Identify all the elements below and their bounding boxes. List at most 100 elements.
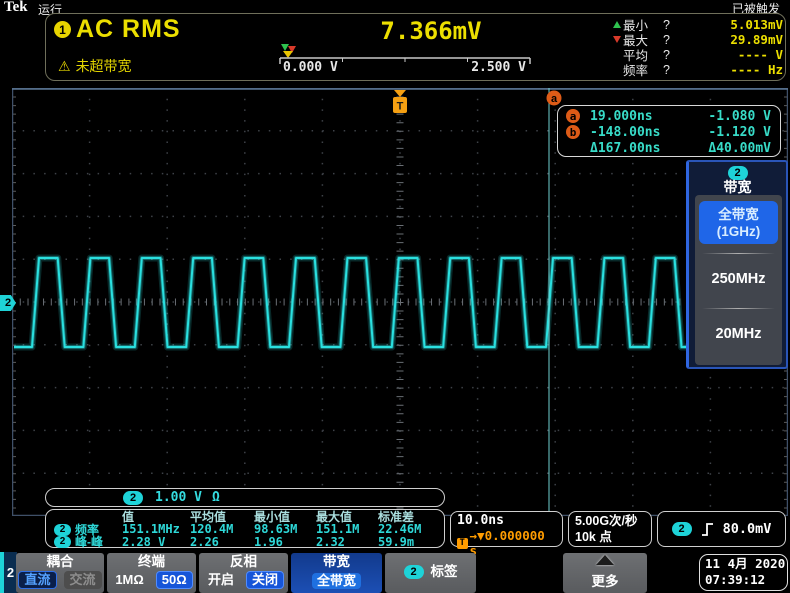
channel-impedance: Ω [212, 490, 220, 505]
table-cell: 1.96 [254, 536, 316, 548]
cursor-b-badge: b [566, 125, 580, 139]
time-per-division: 10.0ns [457, 513, 556, 528]
more-menu-button[interactable]: 更多 [563, 553, 647, 593]
menu-item-label-line2: (1GHz) [717, 223, 761, 240]
termination-1m-option[interactable]: 1MΩ [110, 572, 148, 588]
cursor-delta-time: Δ167.00ns [590, 141, 682, 156]
cursor-b-volt: -1.120 V [682, 125, 771, 140]
cursor-a-row: a 19.000ns -1.080 V [566, 108, 771, 124]
menu-separator [702, 308, 775, 309]
table-cell: 2.28 V [122, 536, 190, 548]
bandwidth-current-value: 全带宽 [312, 573, 361, 589]
stat-value: 5.013mV [677, 17, 783, 32]
warning-icon: ⚠ [58, 59, 71, 73]
oscilloscope-screen: Tek 运行 已被触发 1 AC RMS ⚠ 未超带宽 7.366mV 0.00… [0, 0, 790, 593]
rising-edge-icon [701, 522, 714, 537]
trigger-position-arrow-icon[interactable] [394, 90, 406, 97]
stat-label: 频率 [623, 60, 663, 79]
horizontal-delay: →▼0.000000 s [470, 528, 556, 558]
cursor-delta-volt: Δ40.00mV [682, 141, 771, 156]
cursor-a-top-badge-label: a [551, 93, 558, 105]
invert-on-option[interactable]: 开启 [203, 572, 239, 588]
record-length: 10k 点 [575, 529, 645, 545]
trigger-t-icon: T [457, 538, 468, 549]
cursor-delta-row: Δ167.00ns Δ40.00mV [566, 140, 771, 156]
horizontal-readout: 10.0ns T →▼0.000000 s [450, 511, 563, 547]
cursor-b-time: -148.00ns [590, 125, 682, 140]
cursor-a-volt: -1.080 V [682, 109, 771, 124]
menu-item-250mhz[interactable]: 250MHz [695, 271, 782, 287]
side-menu-items: 全带宽 (1GHz) 250MHz 20MHz [695, 195, 782, 365]
label-menu-button[interactable]: 2 标签 [385, 553, 476, 593]
coupling-dc-option[interactable]: 直流 [18, 571, 56, 589]
acquisition-readout: 5.00G次/秒 10k 点 [568, 511, 652, 547]
cursor-b-row: b -148.00ns -1.120 V [566, 124, 771, 140]
scale-max-label: 2.500 V [464, 60, 526, 75]
side-menu-title: 带宽 [724, 180, 752, 195]
stat-value: ---- V [677, 47, 783, 62]
termination-title: 终端 [138, 555, 165, 569]
bandwidth-side-menu: 2 带宽 全带宽 (1GHz) 250MHz 20MHz [686, 160, 788, 369]
bottom-menu-channel-tab: 2 [0, 552, 17, 593]
measurement-name: 频率 [75, 524, 99, 536]
channel-1-badge: 1 [54, 21, 71, 38]
more-title: 更多 [592, 575, 619, 589]
bandwidth-menu-button[interactable]: 带宽 全带宽 [291, 553, 382, 593]
coupling-ac-option[interactable]: 交流 [64, 571, 102, 589]
channel-2-badge: 2 [54, 524, 71, 536]
bandwidth-warning: ⚠ 未超带宽 [58, 56, 132, 76]
tek-logo: Tek [4, 0, 28, 16]
measurement-table: 值 平均值 最小值 最大值 标准差 2 频率 151.1MHz 120.4M 9… [45, 509, 445, 548]
side-menu-channel-badge: 2 [728, 166, 748, 180]
label-channel-badge: 2 [404, 565, 424, 579]
termination-50ohm-option[interactable]: 50Ω [156, 571, 193, 589]
cursor-a-time: 19.000ns [590, 109, 682, 124]
time-text: 07:39:12 [705, 572, 787, 588]
measurement-title: AC RMS [76, 15, 181, 44]
termination-menu-button[interactable]: 终端 1MΩ 50Ω [107, 553, 196, 593]
invert-title: 反相 [230, 555, 257, 569]
stat-qualifier: ? [663, 18, 677, 32]
table-row-label: 2 峰-峰 [54, 536, 122, 548]
sample-rate: 5.00G次/秒 [575, 513, 645, 529]
stat-row-freq: 频率 ? ---- Hz [611, 62, 783, 77]
stat-qualifier: ? [663, 63, 677, 77]
menu-separator [702, 253, 775, 254]
menu-item-20mhz[interactable]: 20MHz [695, 326, 782, 342]
channel-2-marker-label: 2 [5, 297, 11, 309]
measurement-name: 峰-峰 [75, 536, 103, 548]
min-arrow-icon [613, 21, 621, 28]
date-time-display: 11 4月 2020 07:39:12 [699, 554, 788, 591]
menu-item-label-line1: 全带宽 [718, 206, 759, 223]
table-cell: 2.32 [316, 536, 378, 548]
channel-volts-per-div: 1.00 V [155, 490, 202, 505]
more-up-arrow-icon [596, 555, 614, 565]
channel-scale-readout: 2 1.00 V Ω [45, 488, 445, 507]
label-title: 标签 [431, 565, 458, 579]
stat-qualifier: ? [663, 48, 677, 62]
trigger-level-readout: 2 80.0mV [657, 511, 786, 547]
invert-menu-button[interactable]: 反相 开启 关闭 [199, 553, 288, 593]
table-cell: 2.26 [190, 536, 254, 548]
stat-value: ---- Hz [677, 62, 783, 77]
measurement-stats: 最小 ? 5.013mV 最大 ? 29.89mV 平均 ? ---- V 频率… [611, 17, 783, 77]
invert-off-option[interactable]: 关闭 [246, 571, 284, 589]
cursor-a-badge: a [566, 109, 580, 123]
scale-min-label: 0.000 V [283, 60, 338, 75]
min-marker-icon [281, 44, 289, 51]
measurement-value: 7.366mV [346, 17, 516, 45]
coupling-menu-button[interactable]: 耦合 直流 交流 [16, 553, 104, 593]
bandwidth-title: 带宽 [323, 555, 350, 569]
value-marker-icon [283, 51, 293, 58]
stat-value: 29.89mV [677, 32, 783, 47]
table-cell: 59.9m [378, 536, 438, 548]
warning-text: 未超带宽 [76, 56, 132, 76]
channel-2-badge: 2 [54, 536, 71, 548]
trigger-level: 80.0mV [723, 521, 772, 537]
date-text: 11 4月 2020 [705, 556, 787, 572]
menu-item-full-bandwidth[interactable]: 全带宽 (1GHz) [699, 201, 778, 244]
channel-tab-label: 2 [7, 565, 14, 580]
channel-2-badge: 2 [123, 491, 143, 505]
max-arrow-icon [613, 36, 621, 43]
cursor-readout: a 19.000ns -1.080 V b -148.00ns -1.120 V… [557, 105, 781, 157]
